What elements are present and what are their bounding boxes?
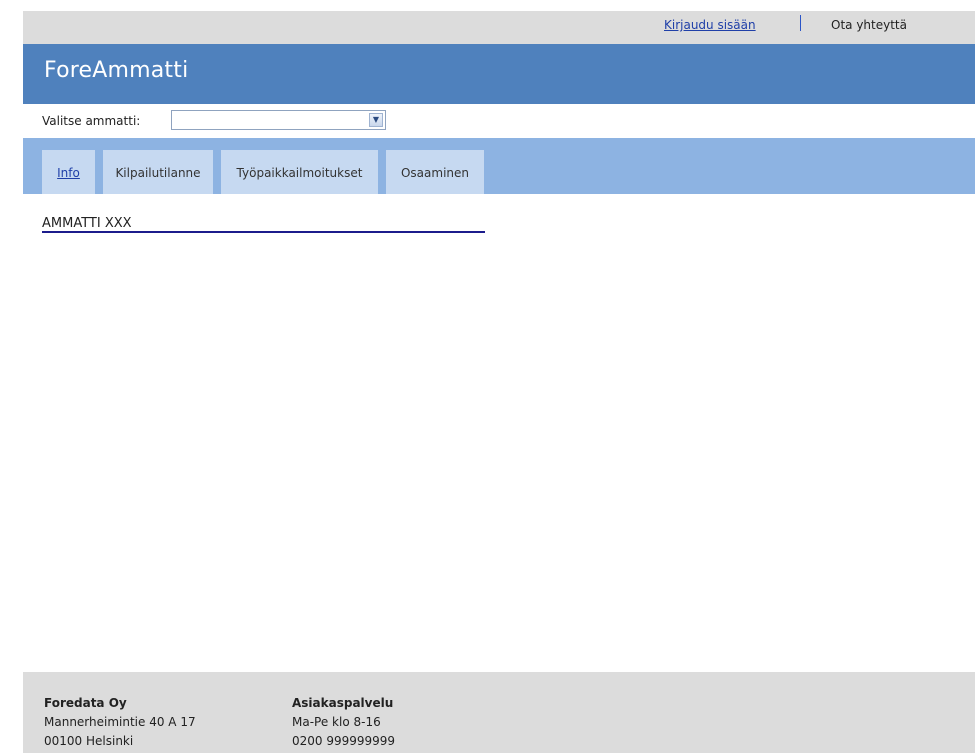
company-city: 00100 Helsinki — [44, 734, 134, 748]
tab-tyopaikkailmoitukset-label: Työpaikkailmoitukset — [236, 166, 363, 180]
app-header: ForeAmmatti — [23, 44, 975, 104]
tab-osaaminen[interactable]: Osaaminen — [386, 150, 484, 194]
tab-kilpailutilanne-label: Kilpailutilanne — [115, 166, 201, 180]
tab-kilpailutilanne[interactable]: Kilpailutilanne — [103, 150, 213, 194]
footer: Foredata Oy Mannerheimintie 40 A 17 0010… — [23, 672, 975, 753]
top-utility-bar: Kirjaudu sisään Ota yhteyttä — [23, 11, 975, 44]
service-phone: 0200 999999999 — [292, 734, 396, 748]
tab-info[interactable]: Info — [42, 150, 95, 194]
tab-info-label: Info — [57, 166, 80, 180]
chevron-down-icon[interactable]: ▼ — [369, 113, 383, 127]
tab-tyopaikkailmoitukset[interactable]: Työpaikkailmoitukset — [221, 150, 378, 194]
contact-link[interactable]: Ota yhteyttä — [831, 18, 907, 32]
profession-select-bar: Valitse ammatti: ▼ — [23, 104, 975, 138]
profession-select-label: Valitse ammatti: — [42, 114, 141, 128]
app-title: ForeAmmatti — [44, 58, 189, 83]
company-name: Foredata Oy — [44, 696, 127, 710]
service-name: Asiakaspalvelu — [292, 696, 394, 710]
login-link[interactable]: Kirjaudu sisään — [664, 18, 756, 32]
topbar-divider — [800, 15, 801, 31]
footer-service: Asiakaspalvelu Ma-Pe klo 8-16 0200 99999… — [292, 694, 395, 751]
title-underline — [42, 231, 485, 233]
main-content: AMMATTI XXX — [23, 194, 975, 672]
footer-company: Foredata Oy Mannerheimintie 40 A 17 0010… — [44, 694, 196, 751]
tab-bar: Info Kilpailutilanne Työpaikkailmoitukse… — [23, 138, 975, 194]
page-frame: Kirjaudu sisään Ota yhteyttä ForeAmmatti… — [23, 11, 975, 753]
tab-osaaminen-label: Osaaminen — [400, 166, 470, 180]
profession-select[interactable]: ▼ — [171, 110, 386, 130]
service-hours: Ma-Pe klo 8-16 — [292, 715, 381, 729]
profession-title: AMMATTI XXX — [42, 216, 132, 231]
company-street: Mannerheimintie 40 A 17 — [44, 715, 196, 729]
